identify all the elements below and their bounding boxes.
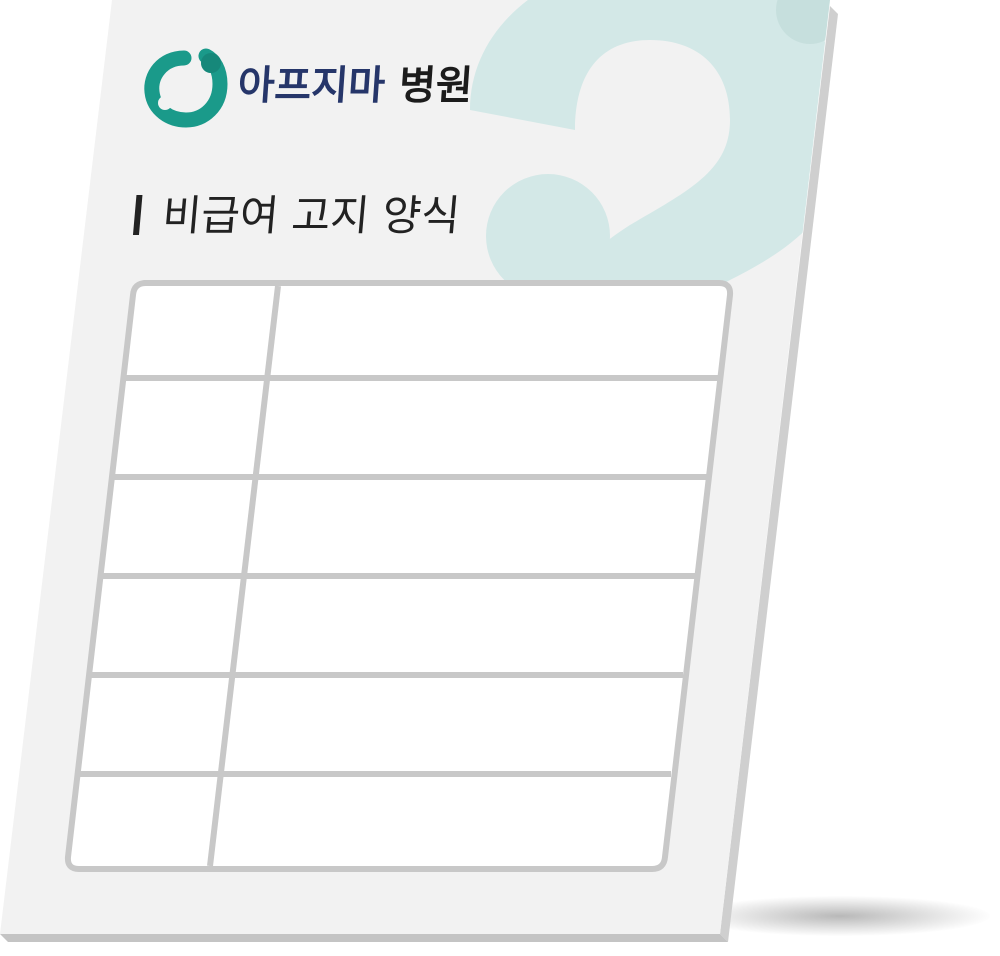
hospital-logo-text: 아프지마 병원 (236, 60, 474, 112)
form-table (64, 280, 734, 872)
hospital-name-suffix: 병원 (397, 63, 475, 109)
paper-sheet (0, 0, 838, 942)
document-heading: 비급여 고지 양식 (132, 186, 462, 246)
page-title: 비급여 고지 양식 (160, 191, 462, 240)
document-illustration: 아프지마 병원 비급여 고지 양식 (0, 0, 1000, 956)
paper-edge-bottom (0, 934, 728, 942)
hospital-name: 아프지마 (236, 63, 387, 109)
